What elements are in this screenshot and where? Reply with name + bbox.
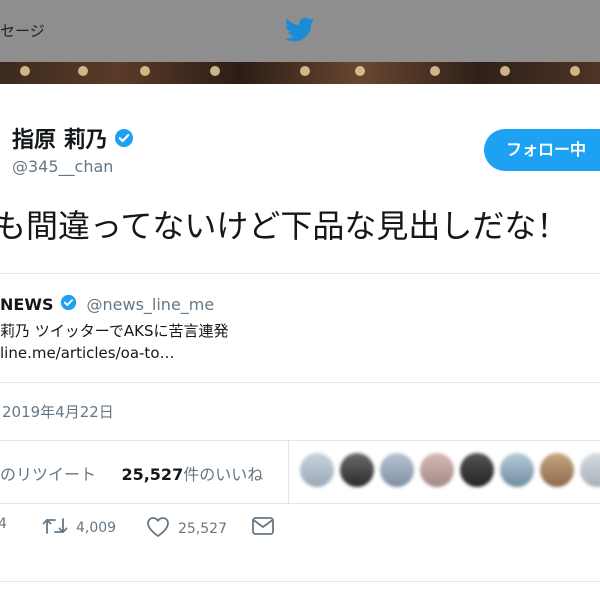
tweet-text: も間違ってないけど下品な見出しだな！ <box>0 207 569 245</box>
engagement-stats: のリツイート 25,527件のいいね <box>0 461 263 485</box>
twitter-bird-icon[interactable] <box>284 17 315 47</box>
retweet-count: 4,009 <box>76 520 117 536</box>
following-button[interactable]: フォロー中 <box>484 129 600 171</box>
profile-name-row: 指原 莉乃 <box>12 122 134 154</box>
avatar[interactable] <box>500 453 534 487</box>
verified-badge-icon <box>60 294 77 315</box>
reply-count: 4 <box>0 516 7 532</box>
avatar[interactable] <box>380 453 414 487</box>
tweet-date[interactable]: 2019年4月22日 <box>2 401 114 422</box>
avatar[interactable] <box>340 453 374 487</box>
tweet-card: 指原 莉乃 @345__chan フォロー中 も間違ってないけど下品な見出しだな… <box>0 84 600 600</box>
direct-message-action[interactable] <box>251 516 275 540</box>
retweet-action[interactable]: 4,009 <box>42 516 116 540</box>
quoted-header: NEWS @news_line_me <box>0 294 214 315</box>
quoted-title: 莉乃 ツイッターでAKSに苦言連発 <box>0 322 229 340</box>
liker-avatars <box>300 453 600 487</box>
profile-handle[interactable]: @345__chan <box>12 157 113 176</box>
tweet-actions: 4 4,009 25,527 <box>0 516 600 556</box>
like-action[interactable]: 25,527 <box>146 516 227 542</box>
verified-badge-icon <box>114 128 134 148</box>
heart-icon[interactable] <box>146 516 170 542</box>
profile-banner-image <box>0 62 600 84</box>
quoted-account-handle: @news_line_me <box>86 295 215 314</box>
avatar[interactable] <box>300 453 334 487</box>
reply-action[interactable]: 4 <box>0 516 7 532</box>
quoted-link-card[interactable]: NEWS @news_line_me 莉乃 ツイッターでAKSに苦言連発 lin… <box>0 273 600 383</box>
quoted-account-name: NEWS <box>0 295 54 314</box>
engagement-stats-row: のリツイート 25,527件のいいね <box>0 440 600 504</box>
likes-count[interactable]: 25,527 <box>121 465 183 484</box>
avatar[interactable] <box>540 453 574 487</box>
profile-name[interactable]: 指原 莉乃 <box>12 122 108 154</box>
retweets-label[interactable]: のリツイート <box>0 465 96 484</box>
avatar[interactable] <box>420 453 454 487</box>
divider <box>288 441 289 503</box>
like-count: 25,527 <box>178 521 227 537</box>
avatar[interactable] <box>460 453 494 487</box>
likes-label[interactable]: 件のいいね <box>183 465 263 484</box>
envelope-icon[interactable] <box>251 516 275 540</box>
top-bar: セージ <box>0 0 600 62</box>
avatar[interactable] <box>580 453 600 487</box>
retweet-icon[interactable] <box>42 516 68 540</box>
messages-link[interactable]: セージ <box>0 20 45 41</box>
divider <box>0 581 600 582</box>
quoted-url-link[interactable]: line.me/articles/oa-to… <box>0 344 175 362</box>
